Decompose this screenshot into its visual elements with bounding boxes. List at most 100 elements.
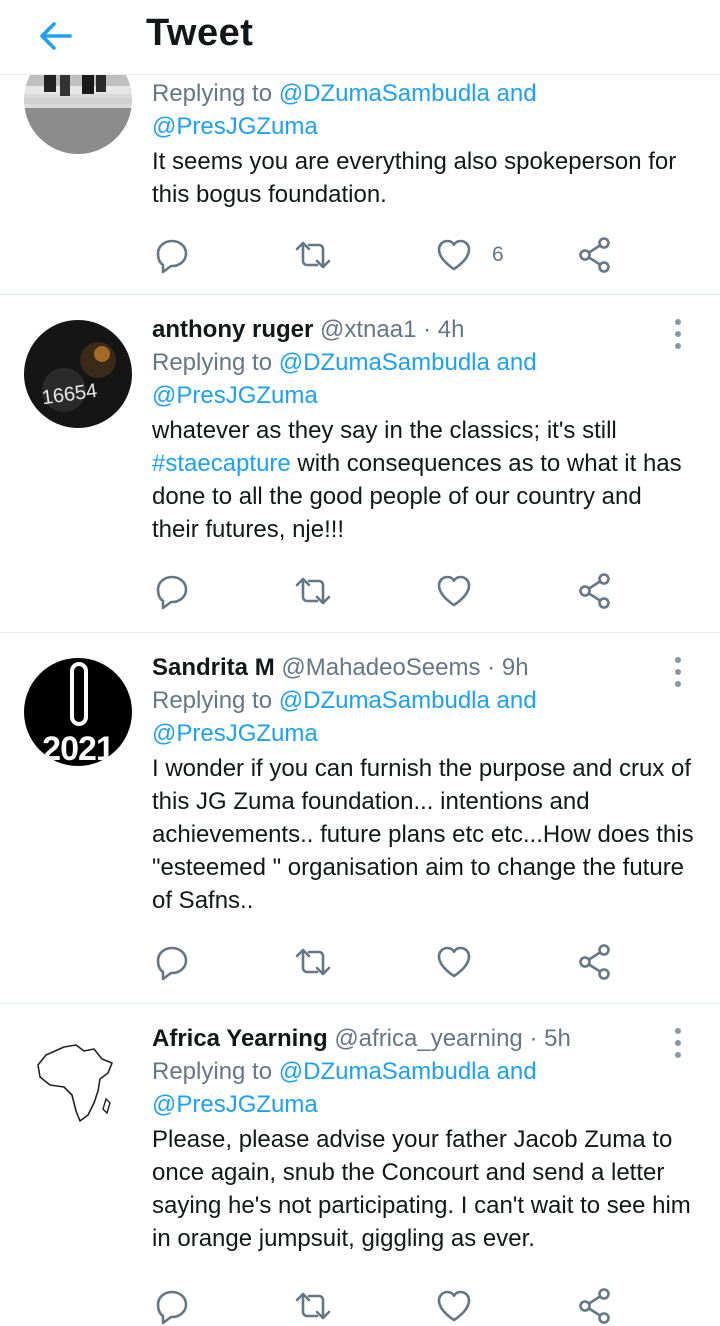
retweet-button[interactable] xyxy=(293,1286,333,1326)
more-options-button[interactable] xyxy=(666,317,690,351)
retweet-button[interactable] xyxy=(293,571,333,611)
and-others-link[interactable]: and xyxy=(497,687,537,714)
more-dot xyxy=(675,1040,681,1046)
replying-to: Replying to @DZumaSambudla and @PresJGZu… xyxy=(152,1055,694,1121)
more-dot xyxy=(675,331,681,337)
like-button[interactable] xyxy=(434,571,474,611)
reply-button[interactable] xyxy=(152,942,192,982)
replying-to: Replying to @DZumaSambudla and @PresJGZu… xyxy=(152,684,694,750)
retweet-icon xyxy=(293,1286,333,1326)
display-name[interactable]: Africa Yearning xyxy=(152,1025,328,1052)
mention-link[interactable]: @PresJGZuma xyxy=(152,720,318,747)
more-dot xyxy=(675,1028,681,1034)
share-icon xyxy=(575,1286,615,1326)
avatar[interactable] xyxy=(24,1029,132,1137)
replying-to: Replying to @DZumaSambudla and @PresJGZu… xyxy=(152,346,694,412)
tweet-actions xyxy=(152,1286,632,1326)
tweet-text: Please, please advise your father Jacob … xyxy=(152,1126,691,1252)
replying-prefix: Replying to xyxy=(152,1058,273,1085)
more-dot xyxy=(675,319,681,325)
tweet-actions xyxy=(152,571,632,611)
and-others-link[interactable]: and xyxy=(497,80,537,107)
separator-dot: · xyxy=(423,316,432,343)
heart-icon xyxy=(434,942,474,982)
tweet[interactable]: Replying to @DZumaSambudla and @PresJGZu… xyxy=(0,46,720,295)
mention-link[interactable]: @DZumaSambudla xyxy=(279,349,490,376)
reply-icon xyxy=(152,1286,192,1326)
page-title: Tweet xyxy=(146,12,254,54)
share-icon xyxy=(575,235,615,275)
reply-button[interactable] xyxy=(152,571,192,611)
tweet[interactable]: 2021 Sandrita M @MahadeoSeems · 9h Reply… xyxy=(0,633,720,1004)
tweet-actions xyxy=(152,942,632,982)
heart-icon xyxy=(434,571,474,611)
separator-dot: · xyxy=(529,1025,538,1052)
more-dot xyxy=(675,1052,681,1058)
retweet-button[interactable] xyxy=(293,942,333,982)
separator-dot: · xyxy=(487,654,496,681)
heart-icon xyxy=(434,235,474,275)
avatar[interactable]: 16654 xyxy=(24,320,132,428)
user-handle[interactable]: @MahadeoSeems xyxy=(281,654,480,681)
tweet-feed[interactable]: Replying to @DZumaSambudla and @PresJGZu… xyxy=(0,46,720,1304)
retweet-icon xyxy=(293,235,333,275)
retweet-icon xyxy=(293,942,333,982)
tweet[interactable]: 16654 anthony ruger @xtnaa1 · 4h Replyin… xyxy=(0,295,720,633)
mention-link[interactable]: @PresJGZuma xyxy=(152,382,318,409)
heart-icon xyxy=(434,1286,474,1326)
reply-button[interactable] xyxy=(152,235,192,275)
mention-link[interactable]: @PresJGZuma xyxy=(152,1091,318,1118)
mention-link[interactable]: @PresJGZuma xyxy=(152,113,318,140)
more-dot xyxy=(675,343,681,349)
display-name[interactable]: anthony ruger xyxy=(152,316,313,343)
tweet-header: anthony ruger @xtnaa1 · 4h xyxy=(152,314,694,346)
like-count: 6 xyxy=(492,243,504,266)
user-handle[interactable]: @xtnaa1 xyxy=(320,316,416,343)
tweet-text: It seems you are everything also spokepe… xyxy=(152,148,677,208)
share-button[interactable] xyxy=(575,235,615,275)
mention-link[interactable]: @DZumaSambudla xyxy=(279,80,490,107)
share-icon xyxy=(575,942,615,982)
reply-icon xyxy=(152,571,192,611)
like-button[interactable] xyxy=(434,1286,474,1326)
replying-prefix: Replying to xyxy=(152,687,273,714)
display-name[interactable]: Sandrita M xyxy=(152,654,275,681)
tweet-text-part: whatever as they say in the classics; it… xyxy=(152,417,617,444)
replying-to: Replying to @DZumaSambudla and @PresJGZu… xyxy=(152,77,694,143)
more-dot xyxy=(675,657,681,663)
more-dot xyxy=(675,681,681,687)
tweet[interactable]: Africa Yearning @africa_yearning · 5h Re… xyxy=(0,1004,720,1304)
share-button[interactable] xyxy=(575,942,615,982)
reply-button[interactable] xyxy=(152,1286,192,1326)
more-dot xyxy=(675,669,681,675)
tweet-text: whatever as they say in the classics; it… xyxy=(152,414,694,546)
more-options-button[interactable] xyxy=(666,655,690,689)
retweet-button[interactable] xyxy=(293,235,333,275)
like-button[interactable] xyxy=(434,942,474,982)
tweet-actions: 6 xyxy=(152,235,632,275)
hashtag-link[interactable]: #staecapture xyxy=(152,450,291,477)
user-handle[interactable]: @africa_yearning xyxy=(334,1025,522,1052)
tweet-header: Africa Yearning @africa_yearning · 5h xyxy=(152,1023,694,1055)
reply-icon xyxy=(152,235,192,275)
avatar-text: 2021 xyxy=(42,730,114,766)
replying-prefix: Replying to xyxy=(152,349,273,376)
arrow-left-icon xyxy=(40,22,72,50)
tweet-header: Sandrita M @MahadeoSeems · 9h xyxy=(152,652,694,684)
share-button[interactable] xyxy=(575,571,615,611)
tweet-text: I wonder if you can furnish the purpose … xyxy=(152,755,694,914)
like-button[interactable]: 6 xyxy=(434,235,504,275)
mention-link[interactable]: @DZumaSambudla xyxy=(279,687,490,714)
reply-icon xyxy=(152,942,192,982)
and-others-link[interactable]: and xyxy=(497,1058,537,1085)
retweet-icon xyxy=(293,571,333,611)
top-app-bar: Tweet xyxy=(0,0,720,75)
share-button[interactable] xyxy=(575,1286,615,1326)
timestamp: 4h xyxy=(437,316,465,343)
more-options-button[interactable] xyxy=(666,1026,690,1060)
replying-prefix: Replying to xyxy=(152,80,273,107)
and-others-link[interactable]: and xyxy=(497,349,537,376)
mention-link[interactable]: @DZumaSambudla xyxy=(279,1058,490,1085)
avatar[interactable]: 2021 xyxy=(24,658,132,766)
back-button[interactable] xyxy=(34,14,78,58)
